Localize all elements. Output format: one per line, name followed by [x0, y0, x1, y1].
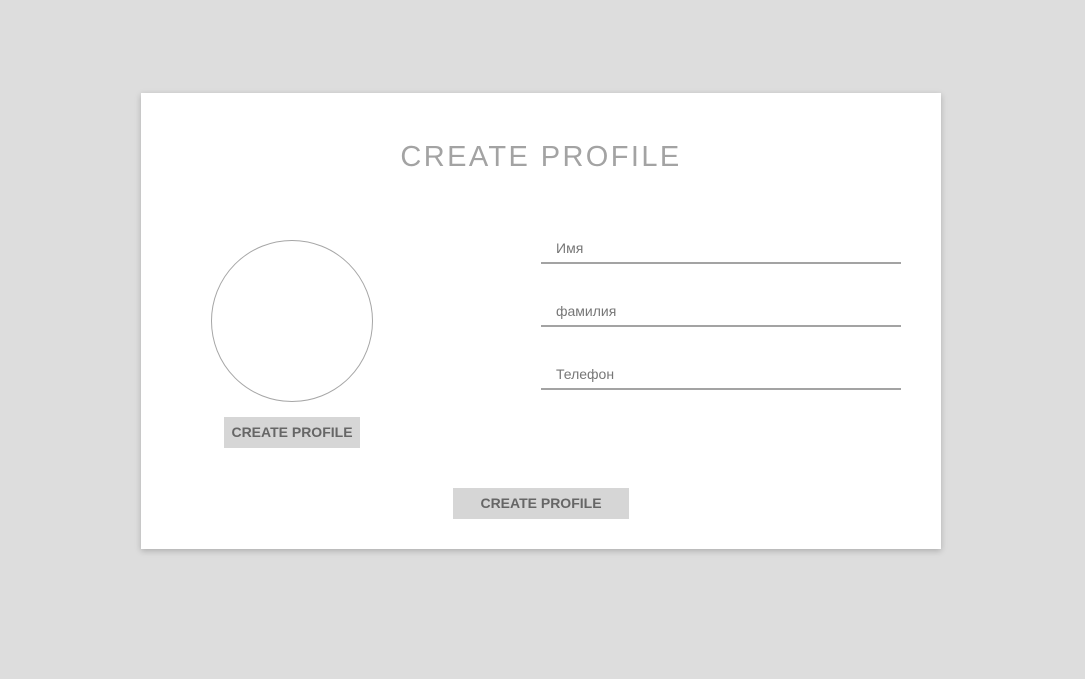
create-profile-card: CREATE PROFILE CREATE PROFILE CREATE PRO…	[141, 93, 941, 549]
avatar-placeholder[interactable]	[211, 240, 373, 402]
first-name-field[interactable]	[541, 233, 901, 264]
page-title: CREATE PROFILE	[400, 141, 682, 173]
phone-field[interactable]	[541, 359, 901, 390]
last-name-field[interactable]	[541, 296, 901, 327]
create-profile-submit-button[interactable]: CREATE PROFILE	[453, 488, 629, 519]
upload-photo-button[interactable]: CREATE PROFILE	[224, 417, 360, 448]
